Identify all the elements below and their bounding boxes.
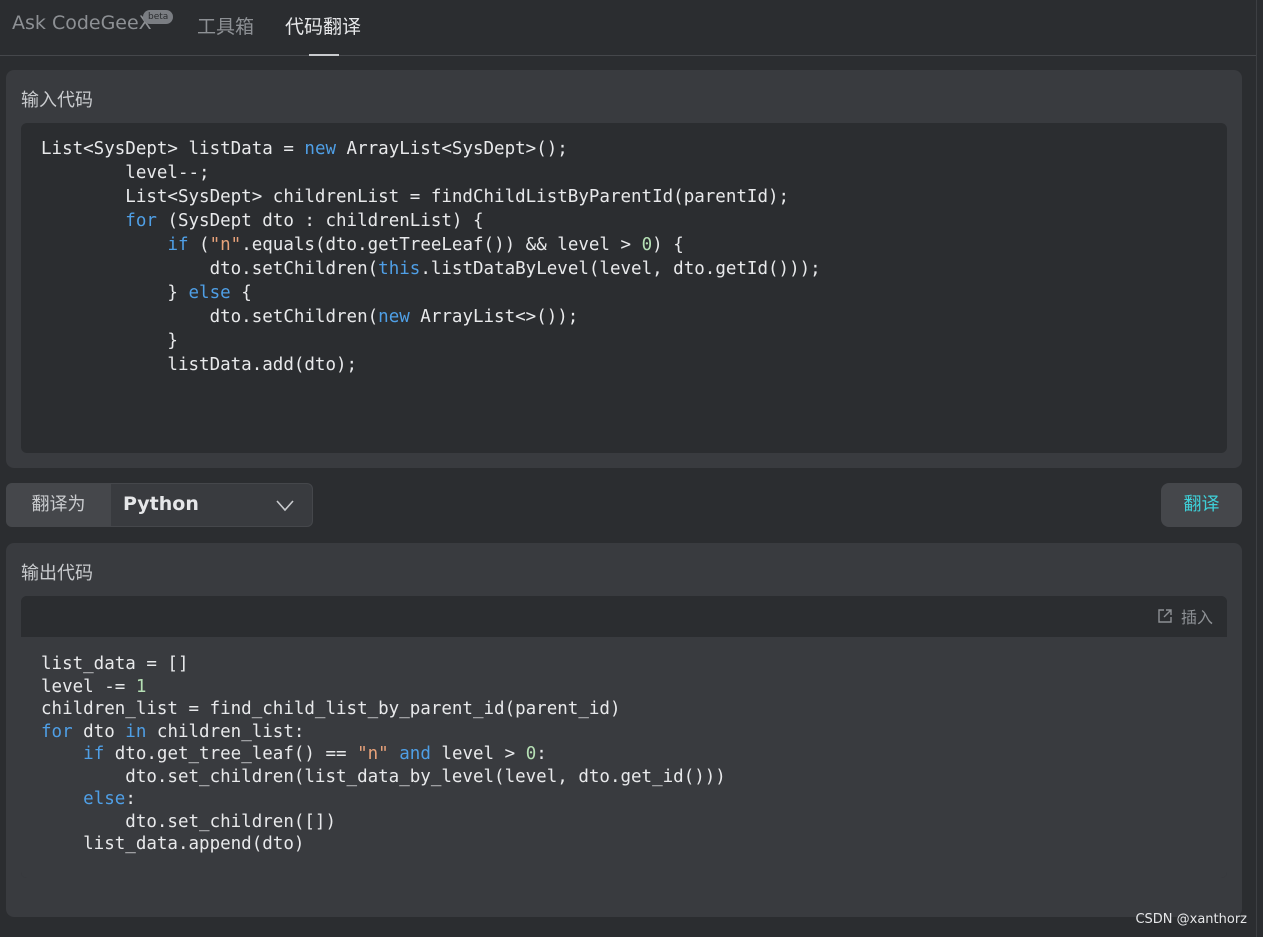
codegeex-panel: Ask CodeGeeX beta 工具箱 代码翻译 输入代码 List<Sys…	[0, 0, 1263, 937]
external-insert-icon	[1157, 608, 1173, 624]
input-code-editor[interactable]: List<SysDept> listData = new ArrayList<S…	[21, 123, 1227, 453]
beta-badge: beta	[143, 10, 174, 24]
panel-edge	[1256, 0, 1257, 937]
selected-language: Python	[123, 493, 199, 515]
input-code-text[interactable]: List<SysDept> listData = new ArrayList<S…	[41, 137, 821, 377]
insert-label: 插入	[1180, 608, 1213, 627]
output-code-panel: 输出代码 插入 list_data = [] level -= 1 childr…	[6, 543, 1242, 917]
translate-button[interactable]: 翻译	[1161, 483, 1242, 527]
tab-code-translate[interactable]: 代码翻译	[285, 12, 361, 39]
input-code-title: 输入代码	[21, 90, 93, 111]
output-code-text: list_data = [] level -= 1 children_list …	[41, 654, 726, 854]
translate-to-label: 翻译为	[31, 494, 86, 515]
tab-toolbox[interactable]: 工具箱	[197, 12, 254, 39]
watermark: CSDN @xanthorz	[1135, 912, 1247, 927]
output-code-title: 输出代码	[21, 563, 93, 584]
output-code-block: 插入 list_data = [] level -= 1 children_li…	[21, 596, 1227, 878]
input-code-panel: 输入代码 List<SysDept> listData = new ArrayL…	[6, 70, 1242, 468]
insert-button[interactable]: 插入	[1157, 604, 1213, 628]
target-language-row: 翻译为 Python	[6, 483, 313, 527]
chevron-down-icon	[276, 497, 294, 517]
output-code-toolbar: 插入	[21, 596, 1227, 638]
tab-ask-codegeex[interactable]: Ask CodeGeeX	[12, 12, 152, 34]
tab-bar: Ask CodeGeeX beta 工具箱 代码翻译	[0, 0, 1256, 56]
active-tab-indicator	[309, 54, 339, 56]
language-select[interactable]: Python	[111, 484, 312, 526]
